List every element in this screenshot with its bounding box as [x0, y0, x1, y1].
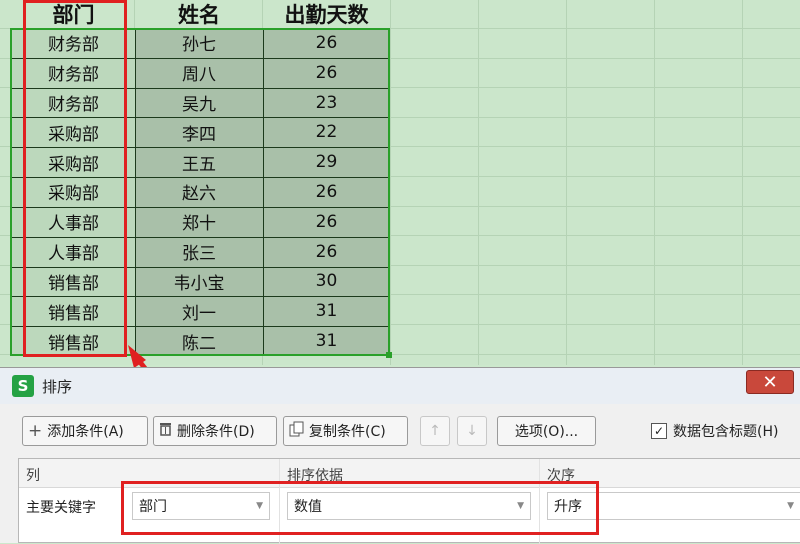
chevron-down-icon: ▼ [787, 501, 794, 511]
dialog-titlebar[interactable]: S 排序 ✕ [0, 368, 800, 404]
dialog-title: 排序 [42, 377, 73, 396]
copy-condition-button[interactable]: 复制条件(C) [283, 416, 408, 446]
has-header-checkbox[interactable]: ✓ [651, 423, 667, 439]
arrow-down-icon: ↓ [466, 423, 478, 439]
add-condition-button[interactable]: + 添加条件(A) [22, 416, 148, 446]
close-button[interactable]: ✕ [746, 370, 794, 394]
has-header-option[interactable]: ✓ 数据包含标题(H) [651, 421, 778, 441]
has-header-label: 数据包含标题(H) [673, 424, 779, 440]
options-button[interactable]: 选项(O)... [497, 416, 596, 446]
delete-condition-label: 删除条件(D) [177, 424, 255, 440]
arrow-up-icon: ↑ [429, 423, 441, 439]
close-icon: ✕ [762, 371, 778, 393]
delete-condition-button[interactable]: 删除条件(D) [153, 416, 277, 446]
move-down-button[interactable]: ↓ [457, 416, 487, 446]
annotation-highlight-primary-key [121, 481, 599, 535]
dialog-toolbar: + 添加条件(A) 删除条件(D) 复制条件(C) ↑ ↓ 选项(O)... ✓ … [0, 416, 800, 450]
copy-condition-label: 复制条件(C) [309, 424, 386, 440]
plus-icon: + [28, 421, 43, 441]
move-up-button[interactable]: ↑ [420, 416, 450, 446]
options-label: 选项(O)... [514, 424, 579, 440]
copy-icon [289, 421, 304, 442]
app-logo-icon: S [12, 375, 34, 397]
primary-key-label: 主要关键字 [26, 500, 96, 516]
add-condition-label: 添加条件(A) [47, 424, 124, 440]
trash-icon [159, 421, 172, 441]
column-header-col: 列 [26, 468, 40, 484]
